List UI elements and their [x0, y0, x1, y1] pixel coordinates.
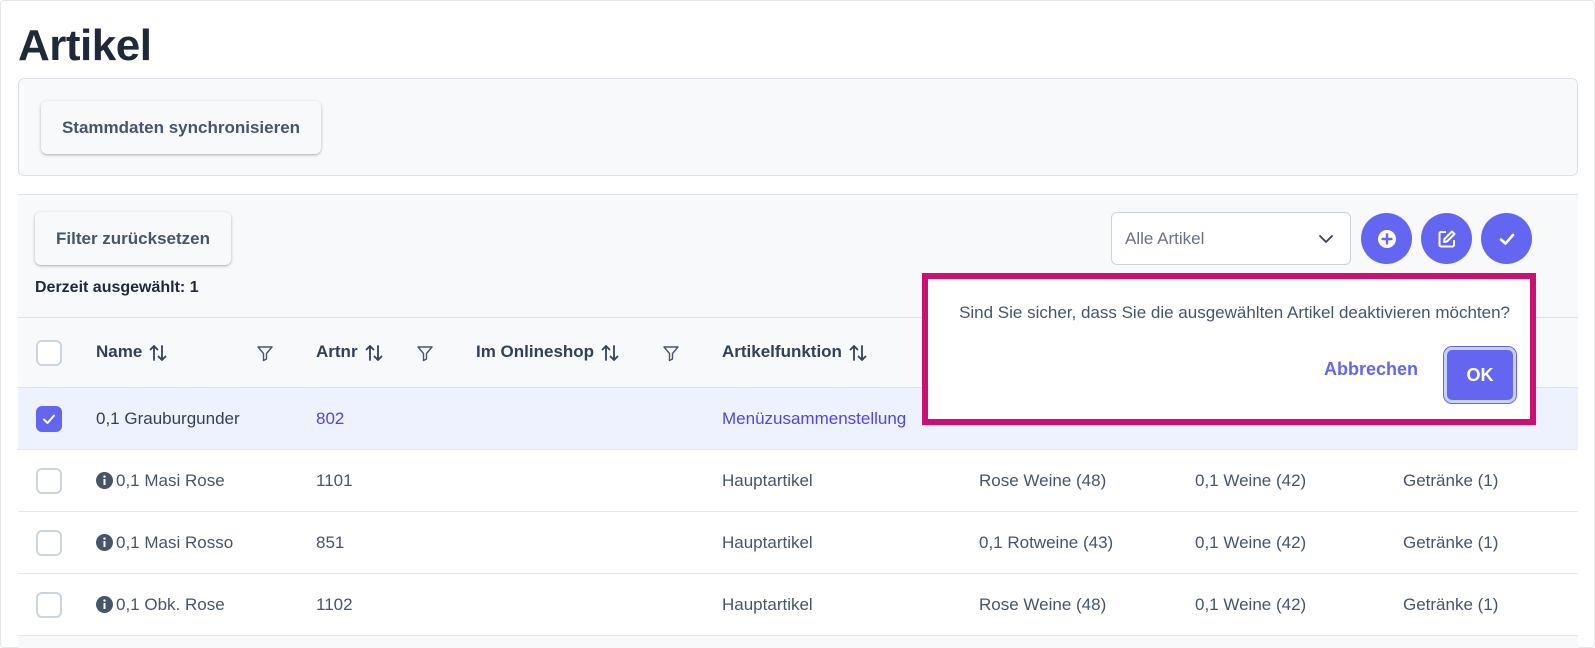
- row-onlineshop: [476, 574, 722, 636]
- ok-button[interactable]: OK: [1444, 347, 1516, 403]
- edit-icon: [1438, 230, 1455, 247]
- row-artnr: 802: [316, 408, 345, 428]
- row-artnr: 1101: [316, 470, 353, 490]
- row-group1: Rose Weine (48): [979, 594, 1107, 614]
- cancel-button[interactable]: Abbrechen: [1324, 359, 1418, 380]
- column-header-artnr[interactable]: Artnr: [316, 318, 416, 388]
- row-checkbox[interactable]: [36, 591, 62, 618]
- sort-icon[interactable]: [364, 343, 384, 363]
- column-header-onlineshop[interactable]: Im Onlineshop: [476, 318, 662, 388]
- filter-icon[interactable]: [256, 344, 274, 362]
- check-icon: [1499, 233, 1514, 245]
- filter-icon[interactable]: [662, 344, 680, 362]
- row-name: 0,1 Grauburgunder: [96, 408, 240, 428]
- sort-icon[interactable]: [848, 343, 868, 363]
- table-row[interactable]: 0,1 Masi Rose 1101 Hauptartikel Rose Wei…: [18, 449, 1578, 512]
- row-checkbox[interactable]: [36, 405, 62, 432]
- row-checkbox[interactable]: [36, 529, 62, 556]
- row-name: 0,1 Masi Rosso: [116, 532, 234, 552]
- info-circle-icon[interactable]: [96, 533, 113, 551]
- page-title: Artikel: [18, 21, 152, 70]
- selected-count-label: Derzeit ausgewählt: 1: [35, 279, 199, 296]
- row-onlineshop: [476, 388, 722, 450]
- row-name: 0,1 Obk. Rose: [116, 594, 225, 614]
- table-row[interactable]: 0,1 Masi Rosso 851 Hauptartikel 0,1 Rotw…: [18, 511, 1578, 574]
- row-funktion: Hauptartikel: [722, 532, 813, 552]
- row-group3: Getränke (1): [1403, 470, 1499, 490]
- row-group3: Getränke (1): [1403, 532, 1499, 552]
- article-filter-select[interactable]: Alle Artikel: [1111, 212, 1351, 265]
- confirm-deactivate-popup: Sind Sie sicher, dass Sie die ausgewählt…: [922, 273, 1536, 425]
- row-group2: 0,1 Weine (42): [1195, 470, 1307, 490]
- sort-icon[interactable]: [148, 343, 168, 363]
- row-funktion: Hauptartikel: [722, 594, 813, 614]
- info-circle-icon[interactable]: [96, 595, 113, 613]
- confirm-action-button[interactable]: [1481, 213, 1532, 264]
- row-group3: Getränke (1): [1403, 594, 1499, 614]
- row-group2: 0,1 Weine (42): [1195, 594, 1307, 614]
- info-circle-icon[interactable]: [96, 471, 113, 489]
- table-row[interactable]: 0,1 Obk. Rose 1102 Hauptartikel Rose Wei…: [18, 573, 1578, 636]
- article-filter-value: Alle Artikel: [1125, 229, 1205, 248]
- add-article-button[interactable]: [1361, 213, 1412, 264]
- row-artnr: 1102: [316, 594, 353, 614]
- row-name: 0,1 Masi Rose: [116, 470, 225, 490]
- reset-filter-button[interactable]: Filter zurücksetzen: [35, 212, 231, 265]
- sort-icon[interactable]: [600, 343, 620, 363]
- row-funktion: Hauptartikel: [722, 470, 813, 490]
- row-artnr: 851: [316, 532, 345, 552]
- toolbar-panel: Stammdaten synchronisieren: [18, 78, 1578, 176]
- row-group1: Rose Weine (48): [979, 470, 1107, 490]
- edit-article-button[interactable]: [1421, 213, 1472, 264]
- filter-icon[interactable]: [416, 344, 434, 362]
- chevron-down-icon: [1319, 235, 1333, 243]
- plus-circle-icon: [1377, 229, 1396, 248]
- column-header-name[interactable]: Name: [96, 318, 256, 388]
- row-group1: 0,1 Rotweine (43): [979, 532, 1114, 552]
- check-icon: [43, 414, 55, 424]
- row-checkbox[interactable]: [36, 467, 62, 494]
- sync-master-data-button[interactable]: Stammdaten synchronisieren: [41, 101, 321, 154]
- row-onlineshop: [476, 450, 722, 512]
- confirm-message: Sind Sie sicher, dass Sie die ausgewählt…: [959, 303, 1510, 322]
- select-all-checkbox[interactable]: [36, 339, 62, 366]
- row-group2: 0,1 Weine (42): [1195, 532, 1307, 552]
- row-onlineshop: [476, 512, 722, 574]
